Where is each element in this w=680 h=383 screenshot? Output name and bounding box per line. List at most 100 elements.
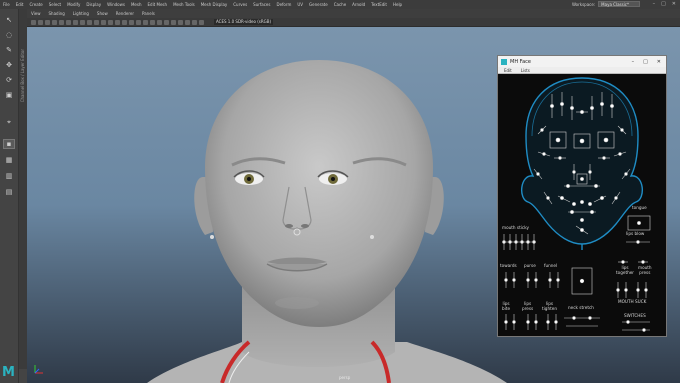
- motion-blur-icon[interactable]: [150, 19, 155, 25]
- last-tool-icon[interactable]: ⌖: [3, 117, 15, 127]
- close-icon[interactable]: ✕: [672, 1, 676, 7]
- menu-mesh-tools[interactable]: Mesh Tools: [170, 2, 198, 7]
- menu-deform[interactable]: Deform: [273, 2, 294, 7]
- isolate-select-icon[interactable]: [171, 19, 176, 25]
- menu-modify[interactable]: Modify: [64, 2, 83, 7]
- panel-close-icon[interactable]: ✕: [657, 59, 661, 65]
- maya-logo: M: [2, 365, 15, 380]
- camera-icon[interactable]: [31, 19, 36, 25]
- maximize-icon[interactable]: □: [661, 1, 666, 7]
- four-view-icon[interactable]: ▦: [3, 155, 15, 165]
- menu-mesh-display[interactable]: Mesh Display: [198, 2, 231, 7]
- menu-generate[interactable]: Generate: [306, 2, 331, 7]
- menu-textedit[interactable]: TextEdit: [368, 2, 390, 7]
- film-gate-icon[interactable]: [66, 19, 71, 25]
- resolution-gate-icon[interactable]: [73, 19, 78, 25]
- panel-titlebar[interactable]: MH Face – □ ✕: [498, 56, 666, 67]
- menu-display[interactable]: Display: [83, 2, 104, 7]
- menu-curves[interactable]: Curves: [230, 2, 250, 7]
- select-tool-icon[interactable]: ↖: [3, 15, 15, 25]
- scale-tool-icon[interactable]: ▣: [3, 90, 15, 100]
- xray-components-icon[interactable]: [192, 19, 197, 25]
- camera-label: persp: [339, 375, 351, 380]
- viewport-menu-bar: View Shading Lighting Show Renderer Pane…: [27, 9, 680, 18]
- depth-of-field-icon[interactable]: [164, 19, 169, 25]
- smooth-shade-icon[interactable]: [108, 19, 113, 25]
- label-purse: purse: [524, 263, 536, 268]
- label-lips-press: lips press: [522, 301, 534, 311]
- gate-mask-icon[interactable]: [80, 19, 85, 25]
- face-control-board: mouth sticky tongue lips blow towards pu…: [498, 74, 666, 336]
- panel-title: MH Face: [510, 58, 531, 65]
- camera-attributes-icon[interactable]: [38, 19, 43, 25]
- minimize-icon[interactable]: –: [653, 1, 656, 7]
- anti-aliasing-icon[interactable]: [157, 19, 162, 25]
- xray-joints-icon[interactable]: [185, 19, 190, 25]
- xray-icon[interactable]: [178, 19, 183, 25]
- paint-select-icon[interactable]: ✎: [3, 45, 15, 55]
- panel-menu-edit[interactable]: Edit: [504, 68, 512, 73]
- view-transform-field[interactable]: ACES 1.0 SDR-video (sRGB): [214, 19, 274, 25]
- menu-windows[interactable]: Windows: [104, 2, 128, 7]
- lasso-tool-icon[interactable]: ◌: [3, 30, 15, 40]
- viewport-menu-panels[interactable]: Panels: [138, 11, 159, 16]
- layout-icon[interactable]: ▤: [3, 187, 15, 197]
- menu-mesh[interactable]: Mesh: [128, 2, 145, 7]
- menu-arnold[interactable]: Arnold: [349, 2, 368, 7]
- viewport-menu-shading[interactable]: Shading: [45, 11, 69, 16]
- side-tab[interactable]: Channel Box / Layer Editor: [19, 9, 27, 369]
- move-tool-icon[interactable]: ✥: [3, 60, 15, 70]
- shadows-icon[interactable]: [136, 19, 141, 25]
- wireframe-icon[interactable]: [101, 19, 106, 25]
- viewport-menu-show[interactable]: Show: [93, 11, 112, 16]
- viewport-menu-renderer[interactable]: Renderer: [112, 11, 138, 16]
- menu-help[interactable]: Help: [390, 2, 405, 7]
- toolbox: ↖ ◌ ✎ ✥ ⟳ ▣ ⌖ ▪ ▦ ▥ ▤: [0, 9, 19, 383]
- menu-select[interactable]: Select: [46, 2, 64, 7]
- viewport-toolbar: ACES 1.0 SDR-video (sRGB): [27, 18, 680, 27]
- ambient-occlusion-icon[interactable]: [143, 19, 148, 25]
- window-controls: – □ ✕: [653, 1, 676, 7]
- color-management-icon[interactable]: [199, 19, 204, 25]
- textured-icon[interactable]: [122, 19, 127, 25]
- image-plane-icon[interactable]: [52, 19, 57, 25]
- label-lips-bite: lips bite: [502, 301, 511, 311]
- grid-icon[interactable]: [59, 19, 64, 25]
- viewport-menu-view[interactable]: View: [27, 11, 45, 16]
- label-lips-tighten: lips tighten: [542, 301, 557, 311]
- panel-maximize-icon[interactable]: □: [643, 59, 648, 65]
- axis-gizmo-icon: [34, 365, 43, 374]
- menu-cache[interactable]: Cache: [331, 2, 349, 7]
- label-switches: SWITCHES: [624, 313, 646, 318]
- two-view-icon[interactable]: ▥: [3, 171, 15, 181]
- panel-minimize-icon[interactable]: –: [632, 59, 635, 65]
- field-chart-icon[interactable]: [87, 19, 92, 25]
- menu-surfaces[interactable]: Surfaces: [250, 2, 273, 7]
- bookmark-icon[interactable]: [45, 19, 50, 25]
- label-tongue: tongue: [632, 205, 647, 210]
- panel-menu-bar: Edit Lists: [498, 67, 666, 74]
- label-mouth-suck: MOUTH SUCK: [618, 299, 647, 304]
- menu-create[interactable]: Create: [26, 2, 45, 7]
- workspace-selector: Workspace: Maya Classic*: [572, 1, 640, 7]
- rotate-tool-icon[interactable]: ⟳: [3, 75, 15, 85]
- wireframe-on-shaded-icon[interactable]: [115, 19, 120, 25]
- workspace-label: Workspace:: [571, 1, 596, 7]
- menu-file[interactable]: File: [0, 2, 13, 7]
- menu-edit[interactable]: Edit: [13, 2, 27, 7]
- safe-action-icon[interactable]: [94, 19, 99, 25]
- menu-edit-mesh[interactable]: Edit Mesh: [145, 2, 171, 7]
- main-menu-bar: File Edit Create Select Modify Display W…: [0, 0, 680, 9]
- workspace-dropdown[interactable]: Maya Classic*: [598, 1, 640, 7]
- metahuman-icon: [501, 58, 507, 65]
- label-mouth-press: mouth press: [638, 265, 652, 275]
- label-funnel: funnel: [544, 263, 558, 268]
- menu-uv[interactable]: UV: [294, 2, 306, 7]
- single-view-icon[interactable]: ▪: [3, 139, 15, 149]
- side-tab-label: Channel Box / Layer Editor: [20, 49, 25, 103]
- panel-menu-lists[interactable]: Lists: [521, 68, 530, 73]
- label-lips-blow: lips blow: [626, 231, 645, 236]
- viewport-menu-lighting[interactable]: Lighting: [69, 11, 93, 16]
- lights-icon[interactable]: [129, 19, 134, 25]
- label-towards: towards: [500, 263, 517, 268]
